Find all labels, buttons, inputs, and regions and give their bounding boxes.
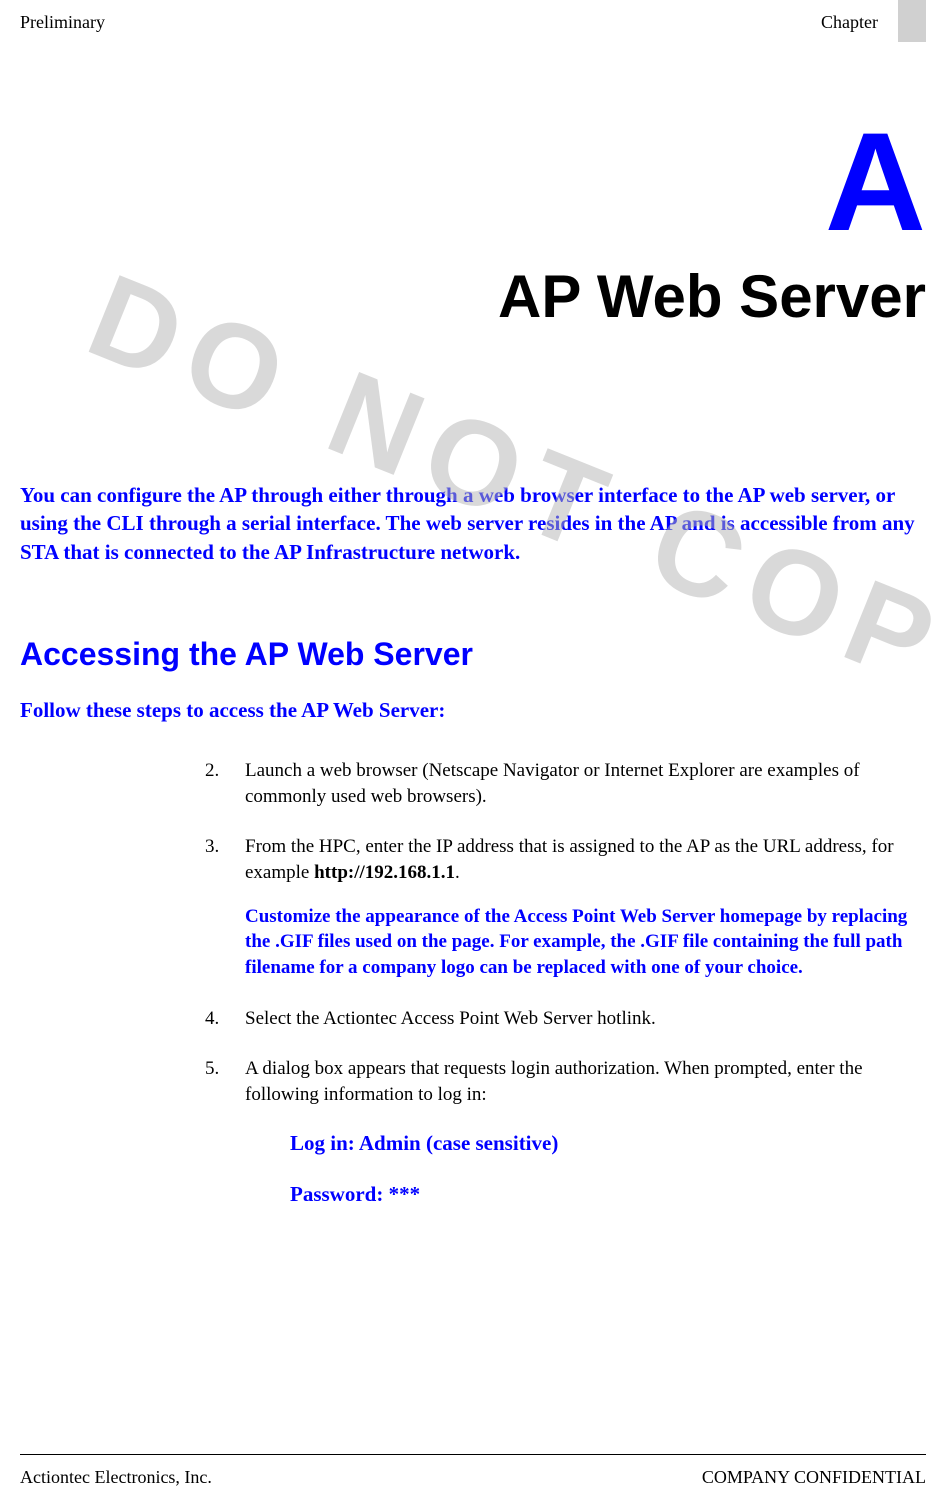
header-left-text: Preliminary: [20, 12, 105, 33]
step-note-blue: Customize the appearance of the Access P…: [245, 904, 926, 981]
page-footer: Actiontec Electronics, Inc. COMPANY CONF…: [20, 1454, 926, 1488]
intro-paragraph: You can configure the AP through either …: [20, 481, 926, 566]
step-item: 3. From the HPC, enter the IP address th…: [205, 834, 926, 980]
step-item: 5. A dialog box appears that requests lo…: [205, 1056, 926, 1230]
step-text-part: A dialog box appears that requests login…: [245, 1058, 863, 1105]
url-text: http://192.168.1.1: [314, 862, 455, 883]
password-line: Password: ***: [290, 1180, 926, 1208]
step-text: Launch a web browser (Netscape Navigator…: [245, 758, 926, 809]
header-right-text: Chapter: [821, 12, 878, 33]
section-heading: Accessing the AP Web Server: [20, 636, 926, 673]
step-text: Select the Actiontec Access Point Web Se…: [245, 1006, 656, 1032]
header-right-wrap: Chapter: [821, 12, 926, 42]
step-number: 5.: [205, 1056, 245, 1230]
step-number: 4.: [205, 1006, 245, 1032]
follow-steps-text: Follow these steps to access the AP Web …: [20, 698, 926, 723]
footer-left: Actiontec Electronics, Inc.: [20, 1467, 212, 1488]
login-block: Log in: Admin (case sensitive) Password:…: [290, 1129, 926, 1208]
chapter-title: AP Web Server: [20, 262, 926, 331]
footer-right: COMPANY CONFIDENTIAL: [702, 1467, 926, 1488]
page-header: Preliminary Chapter: [0, 0, 946, 42]
appendix-letter: A: [20, 112, 926, 252]
step-number: 3.: [205, 834, 245, 980]
step-text: A dialog box appears that requests login…: [245, 1056, 926, 1230]
header-tab-box: [898, 0, 926, 42]
step-text-part: .: [455, 862, 460, 883]
page-content: A AP Web Server You can configure the AP…: [0, 112, 946, 1230]
step-text: From the HPC, enter the IP address that …: [245, 834, 926, 980]
steps-list: 2. Launch a web browser (Netscape Naviga…: [205, 758, 926, 1230]
login-line: Log in: Admin (case sensitive): [290, 1129, 926, 1157]
step-number: 2.: [205, 758, 245, 809]
step-item: 2. Launch a web browser (Netscape Naviga…: [205, 758, 926, 809]
step-item: 4. Select the Actiontec Access Point Web…: [205, 1006, 926, 1032]
